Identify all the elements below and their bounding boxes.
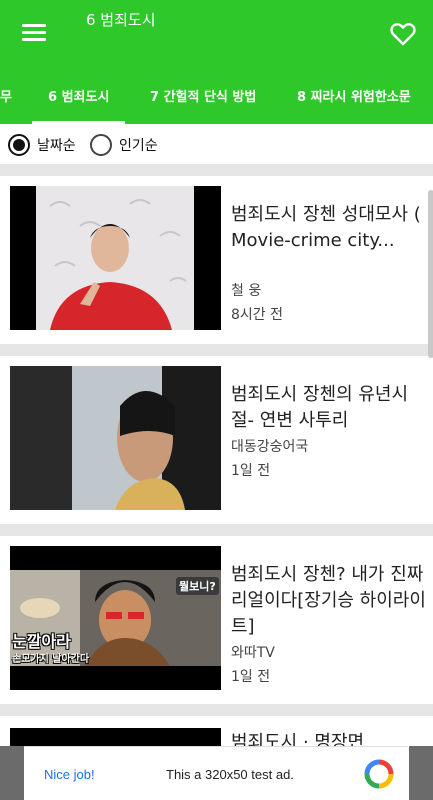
video-channel: 대동강숭어국 (231, 439, 309, 455)
video-time: 1일 전 (231, 669, 271, 685)
sort-bar: 날짜순 인기순 (0, 124, 433, 164)
ad-nice-job-text: Nice job! (44, 767, 95, 782)
video-channel: 철 웅 (231, 283, 262, 299)
sort-by-popularity-label: 인기순 (119, 138, 158, 154)
radio-checked-icon (8, 134, 30, 156)
video-card[interactable]: 범죄도시 장첸의 유년시절- 연변 사투리 대동강숭어국 1일 전 (0, 356, 433, 524)
app-bar: 6 범죄도시 (0, 0, 433, 80)
video-card[interactable]: 뭘보니? 눈깔아라 손모가지 날아간다 범죄도시 장첸? 내가 진짜 리얼이다[… (0, 536, 433, 704)
menu-icon[interactable] (22, 24, 46, 44)
video-title: 범죄도시 장첸? 내가 진짜 리얼이다[장기승 하이라이트] (231, 564, 426, 637)
adchoices-logo-icon[interactable] (364, 759, 394, 789)
thumbnail-caption-1: 눈깔아라 (12, 632, 71, 651)
tab-prev[interactable]: 무 (0, 80, 12, 124)
thumbnail-bubble-text: 뭘보니? (176, 577, 219, 595)
video-thumbnail: 뭘보니? 눈깔아라 손모가지 날아간다 (10, 546, 221, 690)
scrollbar[interactable] (428, 190, 433, 358)
video-thumbnail (10, 186, 221, 330)
tab-intermittent-fasting[interactable]: 7 간헐적 단식 방법 (150, 80, 256, 124)
video-time: 8시간 전 (231, 307, 283, 323)
sort-by-date-radio[interactable]: 날짜순 (8, 134, 76, 156)
ad-side-right (409, 746, 433, 800)
video-channel: 와따TV (231, 645, 275, 661)
sort-by-date-label: 날짜순 (37, 138, 76, 154)
video-title: 범죄도시 장첸 성대모사 ( Movie-crime city... (231, 204, 421, 251)
video-time: 1일 전 (231, 463, 271, 479)
ad-side-left (0, 746, 24, 800)
radio-unchecked-icon (90, 134, 112, 156)
tab-crime-city[interactable]: 6 범죄도시 (31, 80, 126, 124)
category-tabs: 무 6 범죄도시 7 간헐적 단식 방법 8 찌라시 위험한소문 (0, 80, 433, 124)
tab-rumor[interactable]: 8 찌라시 위험한소문 (297, 80, 411, 124)
app-title: 6 범죄도시 (86, 11, 156, 29)
sort-by-popularity-radio[interactable]: 인기순 (90, 134, 158, 156)
ad-banner[interactable]: Nice job! This a 320x50 test ad. (24, 746, 408, 800)
thumbnail-caption-2: 손모가지 날아간다 (12, 654, 90, 665)
heart-icon[interactable] (390, 22, 416, 46)
ad-text: This a 320x50 test ad. (166, 767, 294, 782)
video-card[interactable]: 범죄도시 장첸 성대모사 ( Movie-crime city... 철 웅 8… (0, 176, 433, 344)
video-title: 범죄도시 장첸의 유년시절- 연변 사투리 (231, 384, 409, 431)
video-thumbnail (10, 366, 221, 510)
